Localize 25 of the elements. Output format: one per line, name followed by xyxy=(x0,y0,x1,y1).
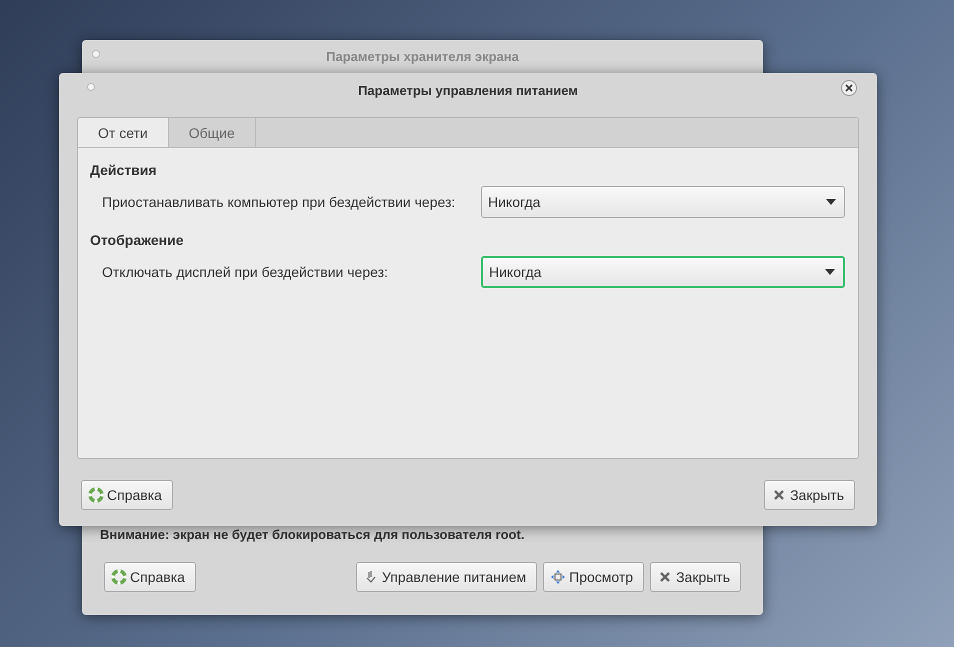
window-title: Параметры управления питанием xyxy=(358,82,578,98)
section-heading: Действия xyxy=(90,162,158,178)
dropdown[interactable]: Никогда xyxy=(481,256,845,288)
lifebuoy-icon xyxy=(111,569,127,585)
dialog-button[interactable]: Закрыть xyxy=(764,480,855,510)
window-dot-icon xyxy=(87,83,95,91)
dialog-button[interactable]: Справка xyxy=(81,480,173,510)
caret-icon xyxy=(826,199,836,205)
window-dot-icon xyxy=(92,50,100,58)
lifebuoy-icon xyxy=(88,487,104,503)
window-title: Параметры хранителя экрана xyxy=(326,48,519,64)
dropdown[interactable]: Никогда xyxy=(481,186,845,218)
tab[interactable]: От сети xyxy=(78,118,169,147)
dialog-button[interactable]: Управление питанием xyxy=(356,562,538,592)
setting-label: Отключать дисплей при бездействии через: xyxy=(102,264,389,280)
setting-label: Приостанавливать компьютер при бездействии через: xyxy=(102,194,456,210)
section-heading: Отображение xyxy=(90,232,184,248)
close-icon xyxy=(845,84,853,92)
dialog-button[interactable]: Справка xyxy=(104,562,196,592)
warning-text: Внимание: экран не будет блокироваться для пользователя root. xyxy=(99,527,526,544)
caret-icon xyxy=(825,269,835,275)
dialog-button[interactable]: Закрыть xyxy=(650,562,741,592)
close-button[interactable] xyxy=(841,80,857,96)
move-icon xyxy=(550,569,566,585)
dialog-button[interactable]: Просмотр xyxy=(543,562,644,592)
